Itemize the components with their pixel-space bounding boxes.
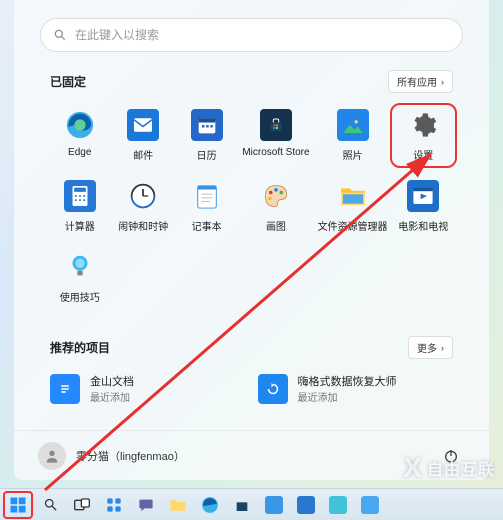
calculator-icon: [64, 180, 96, 212]
app-mail[interactable]: 邮件: [113, 107, 172, 164]
avatar: [38, 442, 66, 470]
app-edge[interactable]: Edge: [50, 107, 109, 164]
taskbar: [0, 488, 503, 520]
gear-icon: [407, 109, 439, 141]
taskbar-app[interactable]: [324, 492, 352, 518]
windows-icon: [9, 496, 27, 514]
app-movies[interactable]: 电影和电视: [394, 178, 453, 235]
chevron-right-icon: ›: [441, 77, 444, 87]
photos-icon: [337, 109, 369, 141]
search-icon: [43, 497, 58, 512]
store-icon: [260, 109, 292, 141]
all-apps-button[interactable]: 所有应用›: [388, 70, 453, 93]
mail-icon: [127, 109, 159, 141]
app-icon: [329, 496, 347, 514]
app-icon: [297, 496, 315, 514]
search-input[interactable]: [75, 28, 450, 42]
recommended-item[interactable]: 嗨格式数据恢复大师 最近添加: [258, 373, 454, 404]
app-photos[interactable]: 照片: [316, 107, 390, 164]
taskbar-start-button[interactable]: [4, 492, 32, 518]
app-calendar[interactable]: 日历: [177, 107, 236, 164]
folder-icon: [169, 498, 187, 512]
search-icon: [53, 28, 67, 42]
app-settings[interactable]: 设置: [394, 107, 453, 164]
taskbar-app[interactable]: [292, 492, 320, 518]
chat-icon: [138, 497, 154, 513]
edge-icon: [201, 496, 219, 514]
start-menu: 已固定 所有应用› Edge 邮件 日历: [14, 0, 489, 480]
pinned-section: 已固定 所有应用› Edge 邮件 日历: [26, 52, 477, 306]
taskbar-search[interactable]: [36, 492, 64, 518]
taskbar-app[interactable]: [260, 492, 288, 518]
paint-icon: [260, 180, 292, 212]
taskbar-widgets[interactable]: [100, 492, 128, 518]
watermark: X自由互联: [403, 452, 495, 484]
recommended-item[interactable]: 金山文档 最近添加: [50, 373, 246, 404]
taskbar-explorer[interactable]: [164, 492, 192, 518]
folder-icon: [337, 180, 369, 212]
pinned-grid: Edge 邮件 日历 Microsoft Store: [50, 107, 453, 306]
user-account-button[interactable]: 零分猫（lingfenmao）: [38, 442, 185, 470]
more-button[interactable]: 更多›: [408, 336, 453, 359]
recommended-title: 推荐的项目: [50, 339, 110, 356]
app-store[interactable]: Microsoft Store: [240, 107, 311, 164]
taskview-icon: [74, 498, 90, 512]
taskbar-store[interactable]: [228, 492, 256, 518]
bulb-icon: [64, 251, 96, 283]
app-paint[interactable]: 画图: [240, 178, 311, 235]
store-icon: [234, 497, 250, 513]
app-explorer[interactable]: 文件资源管理器: [316, 178, 390, 235]
widgets-icon: [106, 497, 122, 513]
chevron-right-icon: ›: [441, 343, 444, 353]
edge-icon: [64, 109, 96, 141]
taskbar-chat[interactable]: [132, 492, 160, 518]
calendar-icon: [191, 109, 223, 141]
wps-icon: [50, 374, 80, 404]
search-box[interactable]: [40, 18, 463, 52]
taskbar-edge[interactable]: [196, 492, 224, 518]
clock-icon: [127, 180, 159, 212]
notepad-icon: [191, 180, 223, 212]
taskbar-app[interactable]: [356, 492, 384, 518]
app-clock[interactable]: 闹钟和时钟: [113, 178, 172, 235]
app-tips[interactable]: 使用技巧: [50, 249, 109, 306]
app-icon: [265, 496, 283, 514]
pinned-title: 已固定: [50, 73, 86, 90]
taskbar-taskview[interactable]: [68, 492, 96, 518]
app-calculator[interactable]: 计算器: [50, 178, 109, 235]
app-notepad[interactable]: 记事本: [177, 178, 236, 235]
app-icon: [361, 496, 379, 514]
recovery-icon: [258, 374, 288, 404]
recommended-section: 推荐的项目 更多› 金山文档 最近添加 嗨格式数据恢复大师: [26, 306, 477, 404]
movie-icon: [407, 180, 439, 212]
